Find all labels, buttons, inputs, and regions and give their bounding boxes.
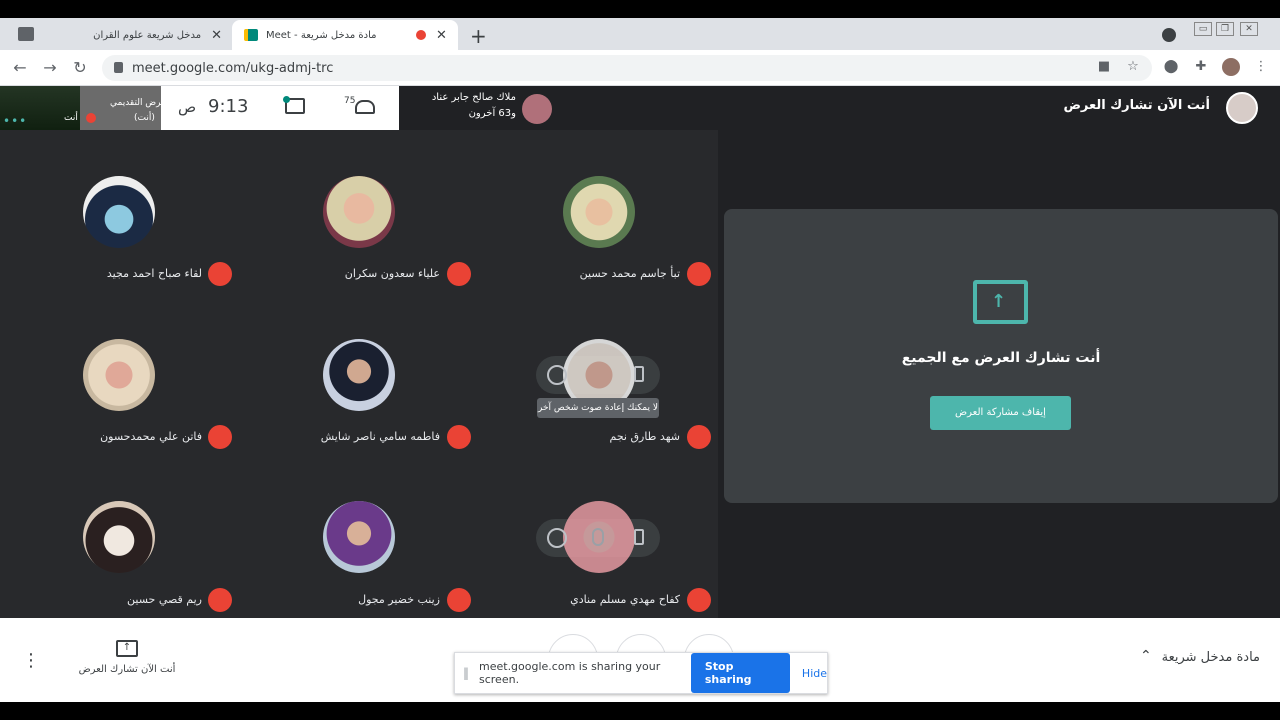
you-label: أنت — [64, 113, 78, 123]
people-icon[interactable] — [355, 100, 375, 114]
participant-avatar — [323, 339, 395, 411]
mic-off-icon — [687, 262, 711, 286]
location-icon[interactable]: ⬤ — [1162, 58, 1180, 76]
mic-off-icon — [687, 425, 711, 449]
participant-avatar — [83, 176, 155, 248]
clock-period: ص — [178, 98, 197, 116]
mic-off-icon — [687, 588, 711, 612]
tab-quran[interactable]: مدخل شريعة علوم القران ✕ — [93, 20, 230, 50]
presenting-icon: ↑ — [116, 640, 138, 657]
meeting-name: مادة مدخل شريعة — [1161, 650, 1260, 665]
screen-share-bar: ‖ meet.google.com is sharing your screen… — [454, 652, 828, 694]
self-avatar — [1226, 92, 1258, 124]
header-title: أنت الآن تشارك العرض — [1063, 98, 1210, 113]
url-text: meet.google.com/ukg-admj-trc — [132, 60, 334, 76]
pin-icon[interactable] — [634, 529, 644, 545]
reload-icon[interactable]: ↻ — [70, 59, 90, 77]
mic-off-icon — [208, 588, 232, 612]
profile-avatar[interactable] — [1222, 58, 1240, 76]
participant-avatar — [83, 339, 155, 411]
participant-avatar — [563, 176, 635, 248]
panel-title: أنت تشارك العرض مع الجميع — [901, 350, 1101, 366]
tab-search-icon[interactable] — [1162, 28, 1176, 42]
mic-off-icon — [447, 588, 471, 612]
lock-icon[interactable] — [114, 62, 123, 73]
stop-presenting-button[interactable]: إيقاف مشاركة العرض — [930, 396, 1071, 430]
letterbox-top — [0, 0, 1280, 18]
close-window-icon[interactable]: ✕ — [1240, 22, 1258, 36]
pin-icon[interactable] — [634, 366, 644, 382]
chevron-up-icon[interactable]: ⌃ — [1140, 648, 1152, 664]
presenter-line2: (أنت) — [134, 113, 155, 123]
presenting-label: أنت الآن تشارك العرض — [78, 664, 176, 675]
speaker-others: و63 آخرون — [468, 108, 516, 119]
remove-participant-icon[interactable] — [547, 528, 567, 548]
share-message: meet.google.com is sharing your screen. — [479, 660, 661, 686]
camera-icon[interactable]: ■ — [1095, 58, 1113, 76]
presentation-tile[interactable] — [80, 86, 161, 130]
more-menu-icon[interactable]: ⋮ — [1252, 58, 1270, 76]
address-bar[interactable]: meet.google.com/ukg-admj-trc — [102, 55, 1152, 81]
participant-name: فاتن علي محمدحسون — [100, 430, 202, 443]
participant-name: فاطمه سامي ناصر شايش — [320, 430, 440, 443]
participant-avatar — [83, 501, 155, 573]
tab-label: مدخل شريعة علوم القران — [93, 29, 202, 41]
letterbox-bottom — [0, 702, 1280, 720]
minimize-icon[interactable]: ▭ — [1194, 22, 1212, 36]
speaker-avatar — [522, 94, 552, 124]
mute-tooltip: لا يمكنك إعادة صوت شخص آخر — [537, 398, 659, 418]
speaker-name: ملاك صالح جابر عناد — [431, 92, 516, 103]
participant-name: علياء سعدون سكران — [344, 267, 440, 280]
participant-name: زينب خضير مجول — [358, 593, 440, 606]
stop-sharing-button[interactable]: Stop sharing — [690, 653, 790, 693]
hide-button[interactable]: Hide — [802, 667, 827, 680]
more-options-icon[interactable]: ⋮ — [22, 650, 40, 671]
bookmark-star-icon[interactable]: ☆ — [1124, 58, 1142, 76]
mic-off-icon — [447, 425, 471, 449]
remove-participant-icon[interactable] — [547, 365, 567, 385]
close-tab-icon[interactable]: ✕ — [211, 28, 222, 43]
participant-name: شهد طارق نجم — [609, 430, 681, 443]
forward-icon[interactable]: → — [40, 59, 60, 77]
recording-icon — [416, 30, 426, 40]
participant-count: 75 — [344, 96, 356, 106]
meet-favicon-icon — [244, 29, 258, 41]
window-menu-icon[interactable] — [18, 27, 34, 41]
back-icon[interactable]: ← — [10, 59, 30, 77]
mic-off-icon — [208, 262, 232, 286]
tab-meet[interactable]: Meet - مادة مدخل شريعة ✕ — [232, 20, 458, 50]
chat-badge-icon — [283, 96, 290, 103]
mic-off-icon — [208, 425, 232, 449]
close-tab-icon[interactable]: ✕ — [436, 28, 447, 43]
tab-label: Meet - مادة مدخل شريعة — [266, 29, 377, 41]
participant-name: تبأ جاسم محمد حسين — [579, 267, 680, 280]
participant-name: لقاء صباح احمد مجيد — [106, 267, 202, 280]
mic-off-icon — [447, 262, 471, 286]
participant-avatar — [323, 501, 395, 573]
participant-avatar — [323, 176, 395, 248]
participant-name: ريم قصي حسين — [127, 593, 202, 606]
more-dots-icon[interactable]: ••• — [3, 114, 27, 128]
drag-handle-icon[interactable]: ‖ — [463, 666, 469, 680]
presenter-muted-icon — [86, 113, 96, 123]
restore-icon[interactable]: ❐ — [1216, 22, 1234, 36]
new-tab-button[interactable]: + — [470, 24, 487, 48]
clock-time: 9:13 — [208, 96, 249, 117]
participant-name: كفاح مهدي مسلم منادي — [570, 593, 680, 606]
mute-participant-icon[interactable] — [592, 528, 604, 546]
extensions-icon[interactable]: ✚ — [1192, 58, 1210, 76]
upload-arrow-icon: ↑ — [991, 291, 1007, 312]
